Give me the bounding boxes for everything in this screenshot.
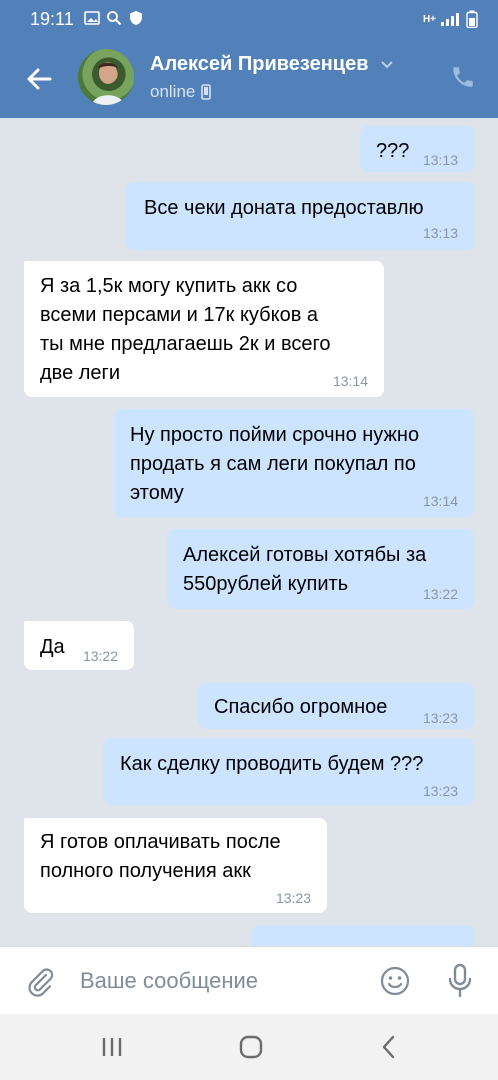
status-bar: 19:11 H+ [0, 0, 498, 38]
message-time: 13:14 [332, 373, 368, 389]
attach-icon[interactable] [24, 965, 56, 997]
signal-icon [441, 13, 459, 26]
message-text: ты мне предлагаешь 2к и всего [40, 333, 331, 355]
message-bubble-out[interactable]: Спасибо огромное 13:23 [198, 683, 474, 729]
back-arrow-icon[interactable] [24, 64, 54, 94]
shield-icon [130, 11, 142, 25]
emoji-icon[interactable] [379, 965, 411, 997]
message-text: полного получения акк [40, 860, 251, 882]
message-time: 13:13 [422, 225, 458, 241]
system-nav-bar [0, 1014, 498, 1080]
message-bubble-in[interactable]: Я за 1,5к могу купить акк со всеми перса… [24, 261, 384, 397]
presence-status: online [150, 82, 212, 102]
partial-bubble-bottom [252, 925, 474, 946]
network-type: H+ [422, 13, 436, 25]
home-icon[interactable] [238, 1034, 264, 1060]
message-bubble-out[interactable]: Как сделку проводить будем ??? 13:23 [103, 738, 474, 805]
chevron-down-icon[interactable] [380, 60, 394, 70]
message-text: продать я сам леги покупал по [130, 453, 416, 475]
message-bubble-in[interactable]: Я готов оплачивать после полного получен… [24, 818, 327, 913]
message-list[interactable]: ??? 13:13 Все чеки доната предоставлю 13… [0, 118, 498, 946]
message-time: 13:23 [275, 890, 311, 906]
message-input[interactable]: Ваше сообщение [80, 968, 258, 994]
message-bubble-out[interactable]: Ну просто пойми срочно нужно продать я с… [114, 409, 474, 517]
message-text: всеми персами и 17к кубков а [40, 304, 319, 326]
status-time: 19:11 [30, 9, 74, 29]
message-text: Алексей готовы хотябы за [183, 544, 427, 566]
contact-name-text: Алексей Привезенцев [150, 53, 369, 75]
avatar-person-icon [92, 62, 124, 105]
message-time: 13:23 [422, 710, 458, 726]
composer: Ваше сообщение [0, 946, 498, 1015]
message-text: Я готов оплачивать после [40, 831, 281, 853]
message-bubble-in[interactable]: Да 13:22 [24, 621, 134, 670]
message-time: 13:22 [422, 586, 458, 602]
message-bubble-out[interactable]: ??? 13:13 [360, 126, 474, 172]
message-time: 13:14 [422, 493, 458, 509]
microphone-icon[interactable] [446, 963, 474, 999]
contact-name[interactable]: Алексей Привезенцев [150, 53, 394, 76]
message-text: Все чеки доната предоставлю [144, 197, 424, 219]
message-time: 13:23 [422, 783, 458, 799]
recent-apps-icon[interactable] [100, 1036, 124, 1058]
gallery-icon [84, 11, 100, 25]
message-bubble-out[interactable]: Алексей готовы хотябы за 550рублей купит… [167, 529, 474, 609]
mobile-icon [201, 84, 212, 100]
avatar[interactable] [78, 49, 134, 105]
search-icon [107, 11, 122, 26]
battery-icon [466, 10, 478, 28]
message-text: Ну просто пойми срочно нужно [130, 424, 420, 446]
nav-back-icon[interactable] [380, 1034, 398, 1060]
message-text: Я за 1,5к могу купить акк со [40, 275, 298, 297]
message-bubble-out[interactable]: Все чеки доната предоставлю 13:13 [126, 182, 474, 250]
message-text: Как сделку проводить будем ??? [120, 753, 424, 775]
status-right-icons: H+ [423, 10, 478, 28]
phone-icon[interactable] [450, 64, 476, 90]
message-time: 13:22 [82, 648, 118, 664]
status-notification-icons [84, 10, 144, 26]
chat-header: Алексей Привезенцев online [0, 38, 498, 118]
message-time: 13:13 [422, 152, 458, 168]
presence-text: online [150, 82, 196, 101]
